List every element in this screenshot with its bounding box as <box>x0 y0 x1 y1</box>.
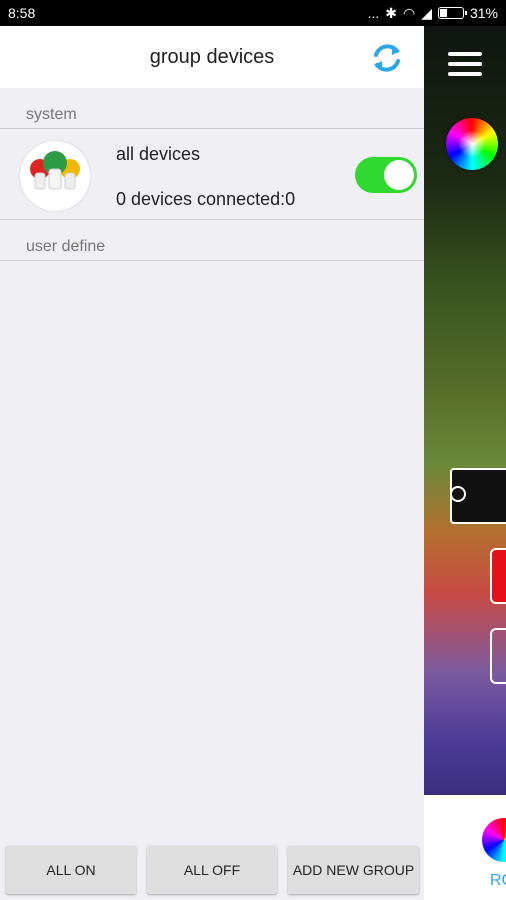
color-wheel-icon[interactable] <box>446 118 498 170</box>
group-devices-drawer: group devices system all devices 0 devic… <box>0 26 424 900</box>
device-row-all-devices[interactable]: all devices 0 devices connected:0 <box>0 129 424 219</box>
signal-icon: ◢ <box>421 4 432 21</box>
drawer-header: group devices <box>0 26 424 88</box>
bulbs-icon <box>20 141 90 211</box>
divider <box>0 260 424 261</box>
add-new-group-button[interactable]: ADD NEW GROUP <box>288 846 419 894</box>
more-dots: ... <box>367 5 380 21</box>
device-row-status: 0 devices connected:0 <box>116 189 296 209</box>
color-swatch-white[interactable] <box>490 628 506 684</box>
device-row-title: all devices <box>116 144 201 164</box>
divider <box>0 219 424 220</box>
section-user-define: user define <box>26 238 106 255</box>
all-off-button[interactable]: ALL OFF <box>147 846 277 894</box>
mode-button[interactable] <box>450 468 506 524</box>
battery-icon <box>437 7 467 19</box>
section-system: system <box>26 106 77 123</box>
status-icons: ... ✱ ◠ ◢ 31% <box>368 5 498 22</box>
all-devices-toggle[interactable] <box>355 157 417 193</box>
refresh-icon[interactable] <box>370 41 404 75</box>
rgb-tab-label[interactable]: RG <box>490 872 506 890</box>
wifi-icon: ◠ <box>402 4 416 21</box>
menu-icon[interactable] <box>448 52 482 76</box>
bottom-button-bar: ALL ON ALL OFF ADD NEW GROUP <box>0 844 424 900</box>
color-swatch-red[interactable] <box>490 548 506 604</box>
clock: 8:58 <box>8 5 36 21</box>
bluetooth-icon: ✱ <box>385 4 397 21</box>
status-bar: 8:58 ... ✱ ◠ ◢ 31% <box>0 0 506 26</box>
all-on-button[interactable]: ALL ON <box>6 846 136 894</box>
page-title: group devices <box>149 45 275 68</box>
battery-percent: 31% <box>469 5 498 21</box>
